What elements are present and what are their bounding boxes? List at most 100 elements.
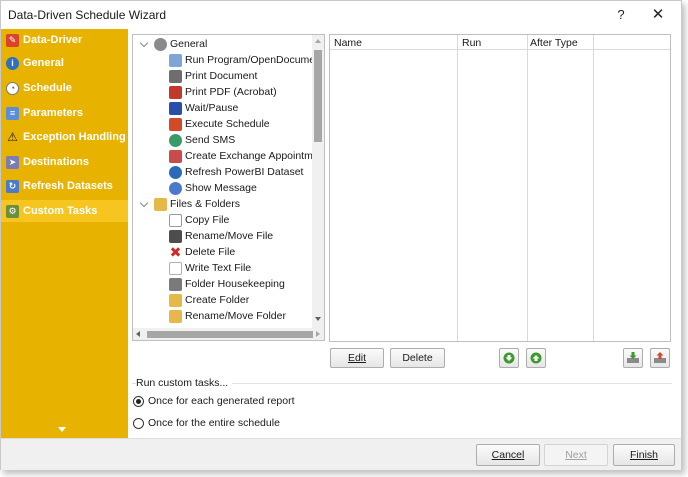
tree-item-create-exchange-appointment[interactable]: Create Exchange Appointment bbox=[169, 148, 324, 164]
collapse-files-folders-icon[interactable] bbox=[139, 198, 149, 208]
column-header-run[interactable]: Run bbox=[462, 37, 481, 49]
grid-column-after-type: After Type bbox=[528, 35, 594, 341]
column-header-after-type[interactable]: After Type bbox=[530, 37, 578, 49]
sidebar-item-refresh-datasets[interactable]: ↻ Refresh Datasets bbox=[1, 175, 128, 197]
tree-item-execute-schedule[interactable]: Execute Schedule bbox=[169, 116, 270, 132]
delete-icon: ✖ bbox=[169, 243, 182, 260]
tree-item-folder-housekeeping[interactable]: Folder Housekeeping bbox=[169, 276, 285, 292]
tree-item-refresh-powerbi[interactable]: Refresh PowerBI Dataset bbox=[169, 164, 303, 180]
tree-horizontal-scroll-thumb[interactable] bbox=[147, 331, 313, 338]
edit-button[interactable]: Edit bbox=[330, 348, 384, 368]
warning-icon: ⚠ bbox=[7, 130, 18, 144]
sidebar-item-general[interactable]: i General bbox=[1, 52, 128, 74]
grid-column-run: Run bbox=[458, 35, 528, 341]
move-down-button[interactable] bbox=[499, 348, 519, 368]
clock-icon: ◔ bbox=[6, 81, 19, 95]
import-tasks-button[interactable] bbox=[623, 348, 643, 368]
scroll-right-icon[interactable] bbox=[316, 331, 320, 337]
info-icon bbox=[169, 181, 182, 195]
tree-vertical-scroll-thumb[interactable] bbox=[314, 50, 322, 142]
tree-item-label: Print PDF (Acrobat) bbox=[185, 86, 277, 98]
tree-item-write-text-file[interactable]: Write Text File bbox=[169, 260, 251, 276]
sidebar-item-parameters[interactable]: ≡ Parameters bbox=[1, 102, 128, 124]
arrow-up-green-icon bbox=[530, 352, 542, 364]
tree-item-copy-file[interactable]: Copy File bbox=[169, 212, 229, 228]
pause-icon bbox=[169, 101, 182, 115]
sidebar-item-data-driver[interactable]: ✎ Data-Driver bbox=[1, 29, 128, 51]
tree-item-label: Write Text File bbox=[185, 262, 252, 274]
sidebar-item-label: Exception Handling bbox=[23, 131, 126, 143]
sidebar-item-exception-handling[interactable]: ⚠ Exception Handling bbox=[1, 126, 128, 148]
custom-tasks-grid[interactable]: Name Run After Type bbox=[329, 34, 671, 342]
sidebar-item-label: General bbox=[23, 57, 64, 69]
sidebar-item-schedule[interactable]: ◔ Schedule bbox=[1, 77, 128, 99]
tree-item-label: Files & Folders bbox=[170, 198, 241, 210]
tree-item-wait-pause[interactable]: Wait/Pause bbox=[169, 100, 238, 116]
move-up-button[interactable] bbox=[526, 348, 546, 368]
tree-item-create-folder[interactable]: Create Folder bbox=[169, 292, 249, 308]
title-bar: Data-Driven Schedule Wizard ? ✕ bbox=[1, 1, 681, 29]
tree-item-label: Delete File bbox=[185, 246, 236, 258]
next-button[interactable]: Next bbox=[544, 444, 608, 466]
sidebar-item-label: Custom Tasks bbox=[23, 205, 98, 217]
run-program-icon bbox=[169, 53, 182, 67]
folder-icon bbox=[154, 197, 167, 211]
window-title: Data-Driven Schedule Wizard bbox=[8, 8, 167, 22]
sidebar-scroll-down-icon[interactable] bbox=[58, 427, 66, 432]
sidebar-item-label: Data-Driver bbox=[23, 34, 83, 46]
tree-item-general[interactable]: General bbox=[154, 36, 207, 52]
info-icon: i bbox=[6, 56, 19, 70]
tree-horizontal-scrollbar[interactable] bbox=[133, 328, 324, 340]
scroll-left-icon[interactable] bbox=[136, 331, 140, 337]
tree-item-rename-move-folder[interactable]: Rename/Move Folder bbox=[169, 308, 286, 324]
housekeeping-icon bbox=[169, 277, 182, 291]
tree-item-label: Rename/Move Folder bbox=[185, 310, 286, 322]
tree-item-label: Send SMS bbox=[185, 134, 236, 146]
sidebar-item-label: Refresh Datasets bbox=[23, 180, 113, 192]
sidebar-item-destinations[interactable]: ➤ Destinations bbox=[1, 151, 128, 173]
delete-button-label: Delete bbox=[402, 352, 433, 364]
tree-vertical-scrollbar[interactable] bbox=[312, 35, 324, 328]
tree-item-label: Refresh PowerBI Dataset bbox=[185, 166, 304, 178]
help-button[interactable]: ? bbox=[611, 5, 631, 25]
option-once-per-schedule[interactable]: Once for the entire schedule bbox=[133, 417, 280, 429]
finish-button[interactable]: Finish bbox=[613, 444, 675, 466]
tree-item-print-pdf[interactable]: Print PDF (Acrobat) bbox=[169, 84, 277, 100]
wizard-window: Data-Driven Schedule Wizard ? ✕ ✎ Data-D… bbox=[0, 0, 682, 470]
tree-item-label: Wait/Pause bbox=[185, 102, 239, 114]
tree-item-rename-move-file[interactable]: Rename/Move File bbox=[169, 228, 273, 244]
radio-once-per-schedule[interactable] bbox=[133, 417, 144, 429]
scroll-down-icon[interactable] bbox=[315, 317, 321, 321]
import-tasks-icon bbox=[627, 352, 639, 363]
tree-item-files-folders[interactable]: Files & Folders bbox=[154, 196, 240, 212]
parameters-icon: ≡ bbox=[6, 106, 19, 120]
option-once-per-report[interactable]: Once for each generated report bbox=[133, 395, 295, 407]
rename-file-icon bbox=[169, 229, 182, 243]
cancel-button-label: Cancel bbox=[491, 449, 525, 461]
task-tree: General Run Program/OpenDocument Print D… bbox=[132, 34, 325, 341]
sidebar-item-label: Parameters bbox=[23, 107, 83, 119]
tree-item-run-program[interactable]: Run Program/OpenDocument bbox=[169, 52, 324, 68]
radio-once-per-report[interactable] bbox=[133, 395, 144, 407]
delete-button[interactable]: Delete bbox=[390, 348, 445, 368]
tree-item-label: General bbox=[170, 38, 208, 50]
scroll-up-icon[interactable] bbox=[315, 39, 321, 43]
tree-item-send-sms[interactable]: Send SMS bbox=[169, 132, 235, 148]
create-folder-icon bbox=[169, 293, 182, 307]
sidebar-item-label: Destinations bbox=[23, 156, 90, 168]
column-header-name[interactable]: Name bbox=[334, 37, 362, 49]
export-tasks-button[interactable] bbox=[650, 348, 670, 368]
execute-schedule-icon bbox=[169, 117, 182, 131]
close-button[interactable]: ✕ bbox=[647, 5, 669, 25]
sidebar-item-label: Schedule bbox=[23, 82, 72, 94]
sidebar-item-custom-tasks[interactable]: ⚙ Custom Tasks bbox=[1, 200, 128, 222]
tree-item-delete-file[interactable]: ✖ Delete File bbox=[169, 243, 236, 260]
cancel-button[interactable]: Cancel bbox=[476, 444, 540, 466]
refresh-datasets-icon: ↻ bbox=[6, 179, 19, 193]
gear-icon bbox=[154, 37, 167, 51]
collapse-general-icon[interactable] bbox=[139, 38, 149, 48]
next-button-label: Next bbox=[565, 449, 587, 461]
destinations-icon: ➤ bbox=[6, 155, 19, 169]
tree-item-show-message[interactable]: Show Message bbox=[169, 180, 257, 196]
tree-item-print-document[interactable]: Print Document bbox=[169, 68, 257, 84]
